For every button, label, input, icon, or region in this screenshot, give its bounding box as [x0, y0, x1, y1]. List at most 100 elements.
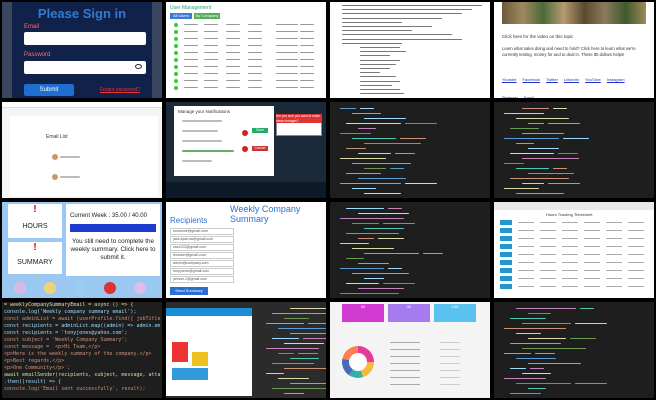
text-line — [510, 318, 546, 319]
text-line — [184, 31, 198, 32]
tab-by-company[interactable]: By Company — [194, 13, 220, 19]
row-action-button[interactable] — [500, 284, 512, 289]
share-link[interactable]: Pinterest — [502, 95, 518, 98]
password-field[interactable] — [24, 61, 146, 74]
share-link[interactable]: Email — [524, 95, 534, 98]
text-line — [606, 222, 622, 223]
share-link[interactable]: Youtube — [502, 77, 517, 82]
recipient-row[interactable]: admin@company.com — [170, 260, 234, 267]
text-line — [510, 368, 526, 369]
text-line — [342, 38, 462, 40]
text-line — [540, 254, 556, 255]
text-line — [504, 163, 524, 164]
weekly-summary-title: Weekly Company Summary — [230, 204, 301, 224]
share-link[interactable]: Instagram — [607, 77, 625, 82]
text-line — [340, 158, 386, 159]
text-line — [346, 148, 366, 149]
text-line — [548, 123, 580, 124]
text-line — [276, 87, 298, 88]
text-line — [516, 168, 549, 169]
row-action-button[interactable] — [500, 244, 512, 249]
text-line — [342, 5, 482, 6]
code-line: const adminList = await (userProfile.fin… — [4, 316, 160, 322]
article-tile: Click here for the video on this topic L… — [494, 2, 654, 98]
avatar — [52, 174, 58, 180]
text-line — [204, 80, 218, 81]
text-line — [606, 238, 622, 239]
recipient-row[interactable]: person.1@gmail.com — [170, 276, 234, 283]
text-line — [518, 286, 534, 287]
badge-icon — [44, 282, 56, 294]
submit-button[interactable]: Submit — [24, 84, 74, 96]
text-line — [266, 348, 319, 349]
row-action-button[interactable] — [500, 252, 512, 257]
recipient-row[interactable]: testuser@gmail.com — [170, 252, 234, 259]
text-line — [300, 80, 314, 81]
share-link[interactable]: LinkedIn — [564, 77, 579, 82]
email-field[interactable] — [24, 32, 146, 45]
text-line — [510, 128, 539, 129]
notification-toggle[interactable] — [242, 130, 248, 136]
row-action-button[interactable] — [500, 260, 512, 265]
text-line — [248, 87, 262, 88]
code-line: <p>Best regards,</p> — [4, 358, 65, 364]
row-action-button[interactable] — [500, 268, 512, 273]
summary-message[interactable]: You still need to complete the weekly su… — [70, 238, 156, 262]
text-line — [440, 356, 460, 357]
row-action-button[interactable] — [500, 228, 512, 233]
text-line — [378, 238, 404, 239]
text-line — [628, 270, 644, 271]
text-line — [248, 24, 262, 25]
save-button[interactable]: Save — [252, 128, 268, 133]
text-line — [300, 87, 314, 88]
text-line — [346, 258, 364, 259]
text-line — [518, 238, 534, 239]
chart-block — [172, 342, 188, 362]
text-line — [516, 358, 556, 359]
code-line: const subject = 'Weekly Company Summary'… — [4, 337, 128, 343]
video-caption: Click here for the video on this topic — [502, 34, 574, 39]
tab-all-users[interactable]: All Users — [170, 13, 192, 19]
dashboard-tile — [166, 302, 326, 398]
text-line — [540, 262, 556, 263]
cancel-button[interactable]: Cancel — [252, 146, 268, 151]
code-editor-tile — [494, 102, 654, 198]
top-nav — [2, 102, 162, 108]
text-line — [272, 363, 314, 364]
recipient-row[interactable]: user123@gmail.com — [170, 244, 234, 251]
text-line — [528, 123, 544, 124]
share-link[interactable]: YouTube — [585, 77, 601, 82]
chart-block — [172, 368, 208, 380]
text-line — [284, 343, 324, 344]
text-line — [276, 38, 298, 39]
share-link[interactable]: Facebook — [523, 77, 541, 82]
send-summary-button[interactable]: Send Summary — [170, 287, 208, 295]
recipient-row[interactable]: jack.sparrow@gmail.com — [170, 236, 234, 243]
row-action-button[interactable] — [500, 220, 512, 225]
text-line — [516, 193, 564, 194]
text-line — [558, 153, 578, 154]
text-line — [360, 93, 404, 95]
badge-icon — [104, 282, 116, 294]
text-line — [364, 228, 404, 229]
recipient-row[interactable]: tony.jones@gmail.com — [170, 268, 234, 275]
stats-dashboard-tile: 50 40 100 — [330, 302, 490, 398]
text-line — [628, 262, 644, 263]
text-line — [510, 393, 541, 394]
forgot-password-link[interactable]: Forgot password? — [100, 87, 140, 93]
stat-card: 100 — [434, 304, 476, 322]
recipient-row[interactable]: someone@gmail.com — [170, 228, 234, 235]
eye-icon[interactable] — [135, 64, 142, 69]
text-line — [628, 230, 644, 231]
text-line — [340, 243, 369, 244]
text-line — [563, 138, 589, 139]
text-line — [278, 328, 326, 329]
share-link[interactable]: Twitter — [546, 77, 558, 82]
text-line — [584, 286, 600, 287]
text-line — [606, 286, 622, 287]
text-line — [266, 323, 304, 324]
notification-toggle[interactable] — [242, 146, 248, 152]
row-action-button[interactable] — [500, 276, 512, 281]
text-line — [352, 273, 409, 274]
row-action-button[interactable] — [500, 236, 512, 241]
